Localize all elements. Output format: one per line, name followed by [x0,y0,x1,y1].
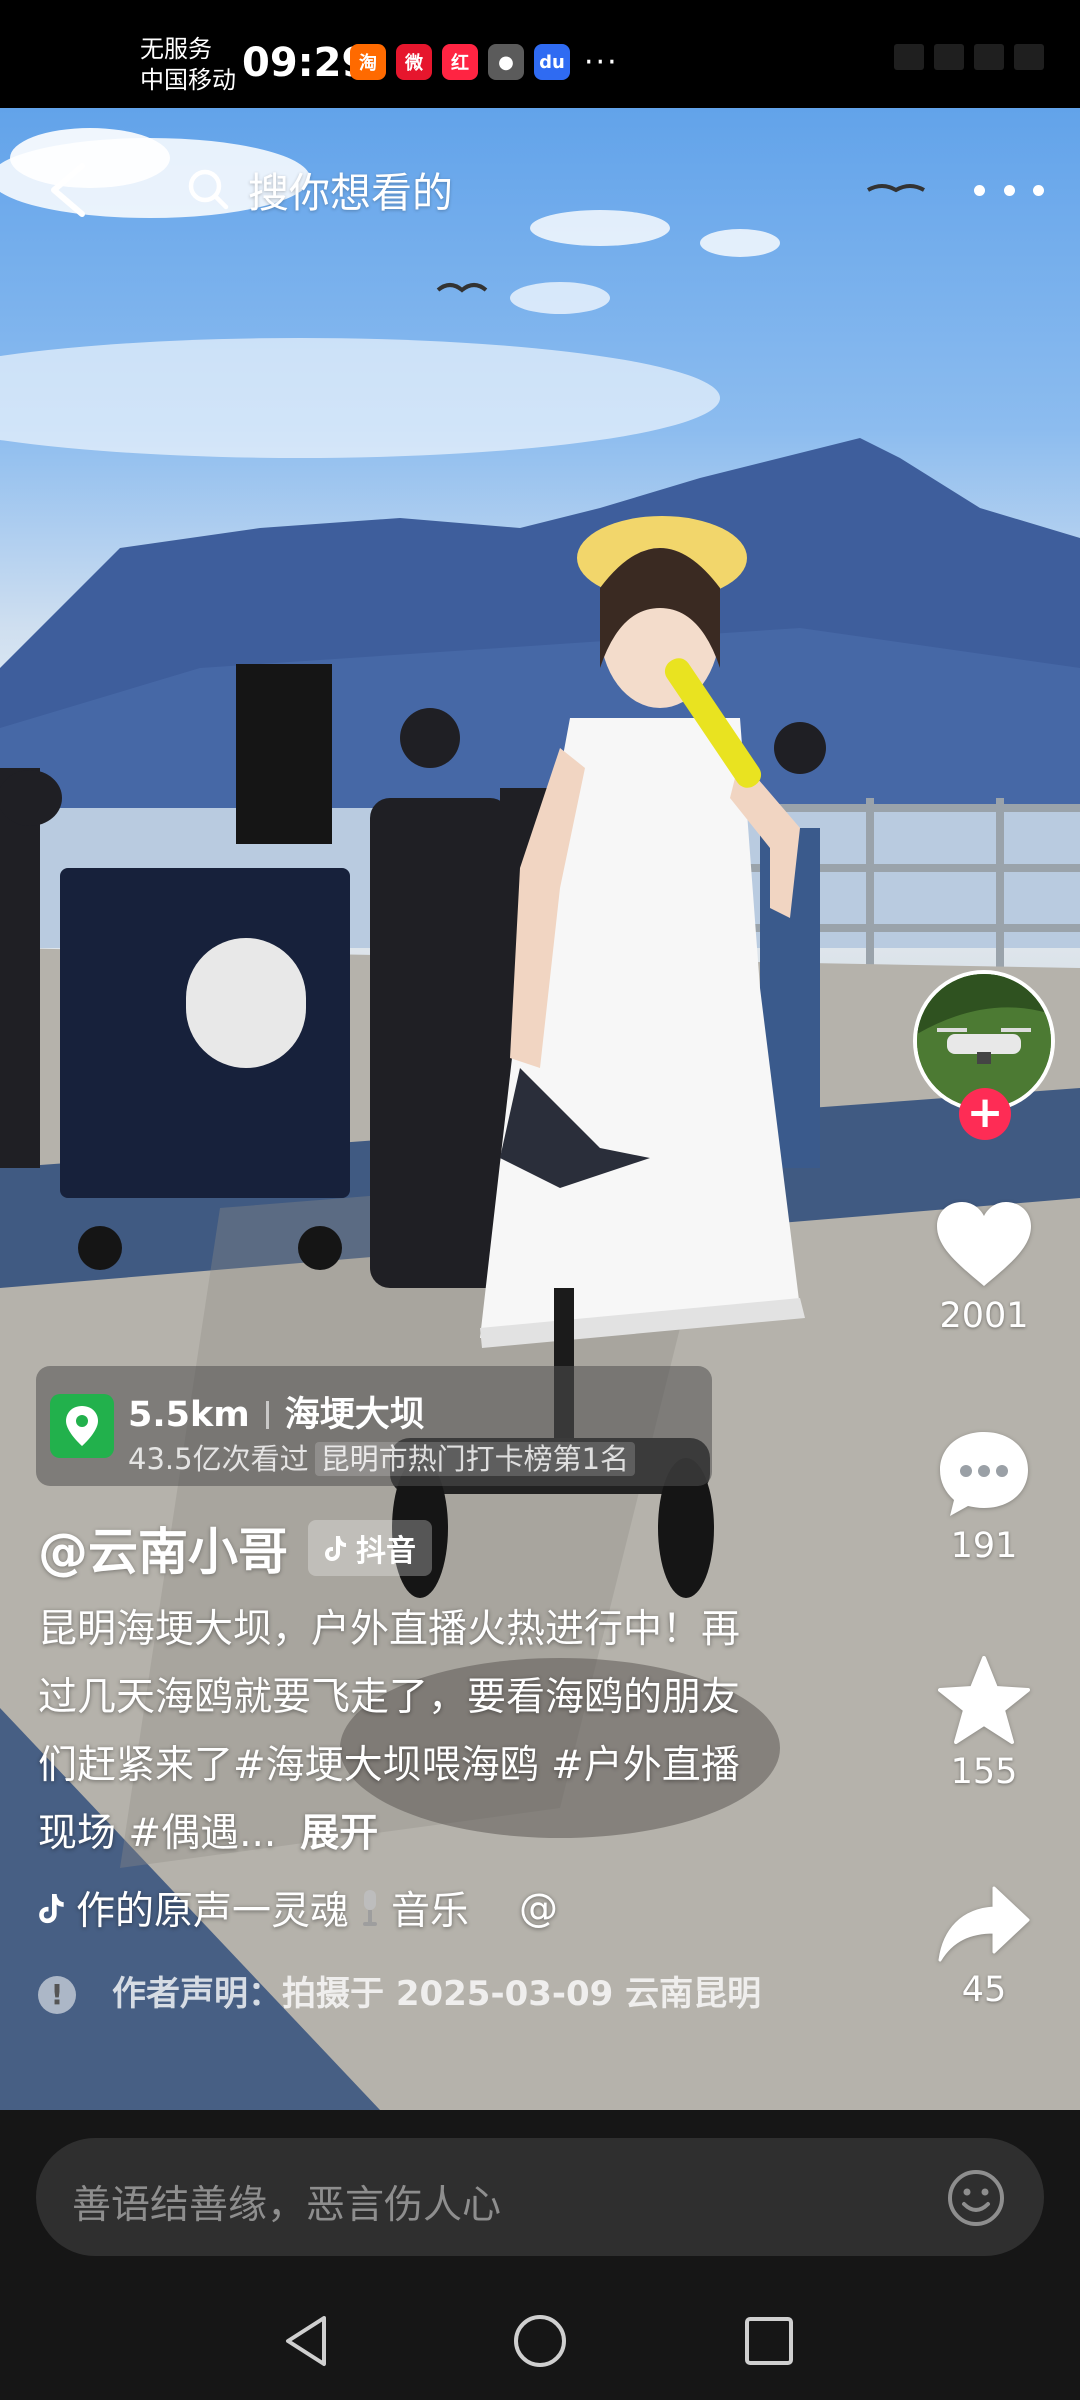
taobao-icon: 淘 [350,44,386,80]
more-options-button[interactable] [974,168,1044,212]
share-count: 45 [961,1970,1007,2010]
location-pin-icon [50,1394,114,1458]
douyin-logo-icon [325,1536,346,1561]
comment-button[interactable]: 191 [900,1428,1068,1566]
statement-text: 作者声明：拍摄于 2025-03-09 云南昆明 [112,1974,762,2014]
location-card[interactable]: 5.5km 海埂大坝 43.5亿次看过 昆明市热门打卡榜第1名 [36,1366,712,1486]
expand-button[interactable]: 展开 [300,1811,378,1856]
like-button[interactable]: 2001 [900,1200,1068,1336]
comment-icon [940,1432,1028,1516]
chevron-left-icon [51,163,85,217]
more-notifications-icon: ··· [584,44,619,80]
dot-icon [1003,184,1015,196]
like-count: 2001 [939,1296,1029,1336]
weibo-icon: 微 [396,44,432,80]
douyin-music-icon [39,1894,64,1924]
location-stats: 43.5亿次看过 昆明市热门打卡榜第1名 [128,1436,636,1478]
author-name[interactable]: @云南小哥 [38,1512,288,1584]
search-icon [188,169,229,210]
douyin-badge: 抖音 [308,1520,432,1576]
notification-icons: 淘微红 ● du ··· [350,44,619,80]
comment-bar: 善语结善缘，恶言伤人心 [0,2110,1080,2280]
dot-icon [974,184,985,196]
music-mention: @ [519,1885,559,1931]
author-avatar[interactable]: + [913,970,1055,1140]
search-bar[interactable]: 搜你想看的 [186,146,886,232]
avatar-app-icon: ● [488,44,524,80]
location-rank: 昆明市热门打卡榜第1名 [314,1442,636,1476]
emoji-icon[interactable] [946,2168,1006,2228]
redbook-icon: 红 [442,44,478,80]
system-indicators [894,44,1044,70]
music-title-part1: 作的原声一灵魂 [76,1889,350,1934]
video-caption[interactable]: 昆明海埂大坝，户外直播火热进行中！再过几天海鸥就要飞走了，要看海鸥的朋友们赶紧来… [38,1596,758,1868]
badge-label: 抖音 [356,1534,416,1569]
info-icon: ! [38,1976,76,2014]
caption-text: 昆明海埂大坝，户外直播火热进行中！再过几天海鸥就要飞走了，要看海鸥的朋友们赶紧来… [38,1607,741,1856]
nav-recents-icon[interactable] [738,2310,800,2372]
favorite-button[interactable]: 155 [900,1654,1068,1792]
comment-count: 191 [950,1526,1018,1566]
favorite-count: 155 [950,1752,1018,1792]
nav-back-icon[interactable] [276,2310,338,2372]
carrier-service-status: 无服务 [140,35,212,63]
author-row: @云南小哥 抖音 [38,1512,432,1584]
comment-placeholder: 善语结善缘，恶言伤人心 [72,2183,502,2228]
follow-button[interactable]: + [959,1088,1011,1140]
search-placeholder: 搜你想看的 [248,169,453,217]
separator [265,1401,269,1429]
location-name: 海埂大坝 [284,1395,425,1435]
comment-input[interactable]: 善语结善缘，恶言伤人心 [36,2138,1044,2256]
baidu-icon: du [534,44,570,80]
back-button[interactable] [44,160,90,220]
status-bar: 无服务 中国移动 09:29 淘微红 ● du ··· [0,0,1080,108]
carrier-name: 中国移动 [140,66,236,94]
share-arrow-icon [938,1886,1030,1962]
location-title: 5.5km 海埂大坝 [128,1386,425,1437]
nav-home-icon[interactable] [509,2310,571,2372]
location-distance: 5.5km [128,1395,250,1435]
dot-icon [1033,184,1044,196]
star-icon [938,1656,1030,1744]
music-info[interactable]: 作的原声一灵魂 音乐 @ [38,1880,558,1936]
author-statement: ! 作者声明：拍摄于 2025-03-09 云南昆明 [38,1966,778,2022]
share-button[interactable]: 45 [900,1884,1068,2010]
heart-icon [937,1202,1031,1286]
system-navigation-bar [0,2280,1080,2400]
carrier-info: 无服务 中国移动 [140,34,236,96]
location-views: 43.5亿次看过 [128,1442,309,1476]
music-title-part2: 音乐 [391,1889,470,1934]
microphone-emoji-icon [363,1890,378,1926]
